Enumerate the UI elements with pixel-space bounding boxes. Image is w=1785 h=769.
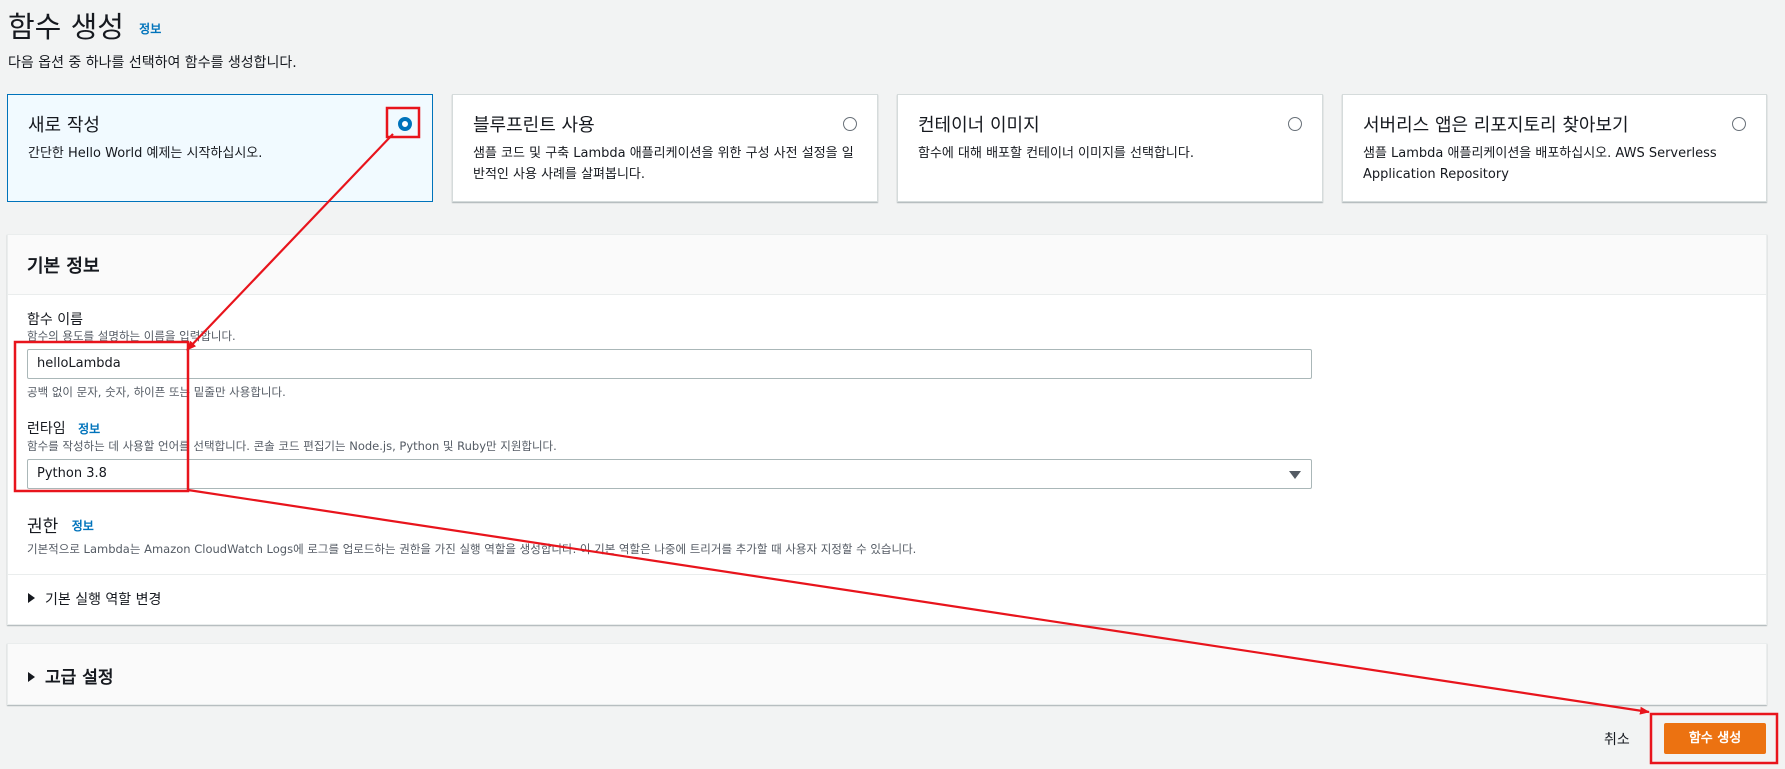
cancel-button[interactable]: 취소 — [1604, 729, 1630, 749]
runtime-info-link[interactable]: 정보 — [78, 422, 100, 436]
advanced-settings-toggle[interactable]: 고급 설정 — [28, 663, 113, 688]
option-title: 서버리스 앱은 리포지토리 찾아보기 — [1363, 115, 1629, 136]
permissions-info-link[interactable]: 정보 — [72, 519, 94, 533]
function-name-desc: 함수의 용도를 설명하는 이름을 입력합니다. — [27, 329, 236, 343]
caret-right-icon — [28, 593, 35, 603]
runtime-label: 런타임 — [27, 421, 66, 437]
expand-label: 기본 실행 역할 변경 — [45, 592, 162, 608]
option-serverless-repo[interactable]: 서버리스 앱은 리포지토리 찾아보기 샘플 Lambda 애플리케이션을 배포하… — [1342, 94, 1767, 202]
create-function-button[interactable]: 함수 생성 — [1664, 723, 1766, 754]
caret-down-icon — [1289, 471, 1301, 479]
change-execution-role-toggle[interactable]: 기본 실행 역할 변경 — [28, 589, 161, 609]
advanced-settings-panel[interactable]: 고급 설정 — [7, 643, 1767, 705]
function-name-label: 함수 이름 — [27, 312, 83, 328]
caret-right-icon — [28, 672, 35, 682]
permissions-desc: 기본적으로 Lambda는 Amazon CloudWatch Logs에 로그… — [27, 542, 917, 556]
panel-title: 기본 정보 — [27, 256, 100, 277]
option-title: 새로 작성 — [28, 115, 100, 136]
permissions-label: 권한 — [27, 517, 59, 537]
advanced-settings-title: 고급 설정 — [45, 668, 114, 688]
option-desc: 샘플 Lambda 애플리케이션을 배포하십시오. AWS Serverless… — [1363, 146, 1717, 182]
option-desc: 함수에 대해 배포할 컨테이너 이미지를 선택합니다. — [918, 146, 1194, 161]
page-title-text: 함수 생성 — [8, 10, 124, 44]
page-title: 함수 생성 정보 — [8, 4, 161, 46]
runtime-desc: 함수를 작성하는 데 사용할 언어를 선택합니다. 콘솔 코드 편집기는 Nod… — [27, 439, 557, 453]
basic-info-panel: 기본 정보 함수 이름 함수의 용도를 설명하는 이름을 입력합니다. hell… — [7, 234, 1767, 625]
title-info-link[interactable]: 정보 — [139, 22, 161, 36]
function-name-input[interactable]: helloLambda — [27, 349, 1312, 379]
runtime-select[interactable]: Python 3.8 — [27, 459, 1312, 489]
runtime-label-row: 런타임 정보 — [27, 418, 100, 438]
radio-icon[interactable] — [1732, 117, 1746, 131]
option-desc: 샘플 코드 및 구축 Lambda 애플리케이션을 위한 구성 사전 설정을 일… — [473, 146, 854, 182]
option-desc: 간단한 Hello World 예제는 시작하십시오. — [28, 146, 263, 161]
option-title: 컨테이너 이미지 — [918, 115, 1040, 136]
option-author-from-scratch[interactable]: 새로 작성 간단한 Hello World 예제는 시작하십시오. — [7, 94, 433, 202]
radio-icon[interactable] — [843, 117, 857, 131]
divider — [8, 574, 1766, 575]
option-container-image[interactable]: 컨테이너 이미지 함수에 대해 배포할 컨테이너 이미지를 선택합니다. — [897, 94, 1323, 202]
radio-icon[interactable] — [1288, 117, 1302, 131]
function-name-hint: 공백 없이 문자, 숫자, 하이픈 또는 밑줄만 사용합니다. — [27, 385, 286, 399]
option-use-blueprint[interactable]: 블루프린트 사용 샘플 코드 및 구축 Lambda 애플리케이션을 위한 구성… — [452, 94, 878, 202]
page-subtitle: 다음 옵션 중 하나를 선택하여 함수를 생성합니다. — [8, 55, 297, 71]
permissions-label-row: 권한 정보 — [27, 512, 94, 537]
radio-selected-icon[interactable] — [398, 117, 412, 131]
panel-header: 기본 정보 — [8, 235, 1766, 295]
option-title: 블루프린트 사용 — [473, 115, 595, 136]
runtime-select-value: Python 3.8 — [37, 466, 107, 481]
